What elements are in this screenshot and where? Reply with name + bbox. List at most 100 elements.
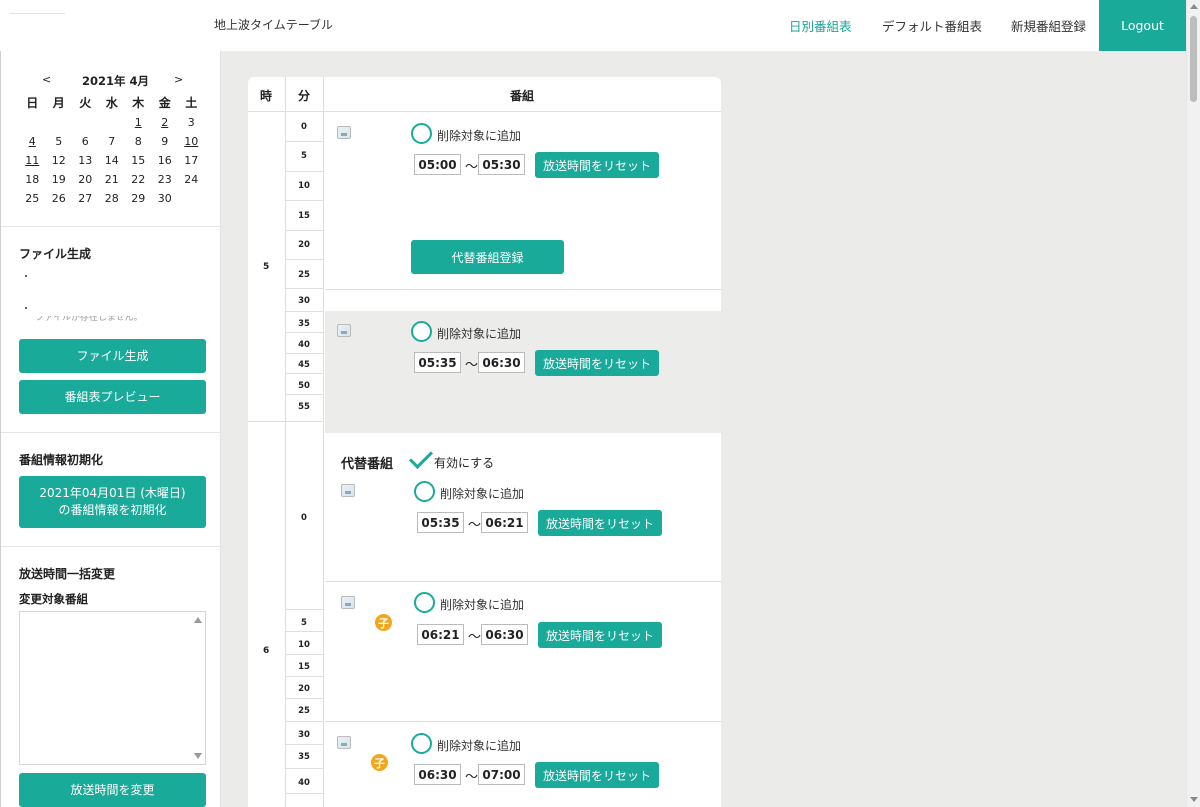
- calendar-empty-cell: [72, 113, 99, 132]
- end-time-input[interactable]: 05:30: [478, 154, 525, 175]
- delete-checkbox[interactable]: [411, 321, 432, 342]
- init-button-line2: の番組情報を初期化: [58, 503, 167, 517]
- minute-divider: [285, 288, 323, 289]
- delete-checkbox[interactable]: [414, 481, 435, 502]
- logout-button[interactable]: Logout: [1099, 0, 1186, 51]
- calendar-weekday: 火: [79, 96, 92, 110]
- reset-airtime-button[interactable]: 放送時間をリセット: [535, 350, 659, 376]
- calendar-day[interactable]: 16: [152, 151, 179, 170]
- calendar-day[interactable]: 20: [72, 170, 99, 189]
- calendar-day[interactable]: 27: [72, 189, 99, 208]
- hour-label: 5: [263, 262, 270, 272]
- minute-divider: [285, 631, 323, 632]
- alt-program-register-button[interactable]: 代替番組登録: [411, 240, 564, 274]
- scroll-thumb[interactable]: [1190, 16, 1197, 102]
- start-time-input[interactable]: 05:00: [414, 154, 461, 175]
- minute-label: 15: [298, 662, 310, 672]
- calendar-day[interactable]: 24: [178, 170, 205, 189]
- end-time-input[interactable]: 06:30: [481, 624, 528, 645]
- scroll-up-arrow-icon[interactable]: [1190, 4, 1198, 9]
- minute-divider: [285, 141, 323, 142]
- delete-checkbox[interactable]: [414, 592, 435, 613]
- calendar-day[interactable]: 30: [152, 189, 179, 208]
- scroll-down-arrow-icon[interactable]: [1190, 797, 1198, 802]
- bulk-section-title: 放送時間一括変更: [19, 567, 116, 581]
- calendar-day[interactable]: 11: [19, 151, 46, 170]
- sidebar: < 2021年 4月 > 日月火水木金土 1 2 3 4 5 6 7 8 9 10 11 12 13 14 1…: [0, 51, 222, 807]
- calendar-day[interactable]: 18: [19, 170, 46, 189]
- calendar-prev-button[interactable]: <: [42, 73, 51, 86]
- delete-checkbox[interactable]: [411, 123, 432, 144]
- minute-divider: [285, 200, 323, 201]
- reset-airtime-button[interactable]: 放送時間をリセット: [535, 762, 659, 788]
- reset-airtime-button[interactable]: 放送時間をリセット: [538, 510, 662, 536]
- target-program-textarea[interactable]: [19, 611, 206, 765]
- program-block: 削除対象に追加 05:00 〜 05:30 放送時間をリセット 代替番組登録: [325, 112, 721, 289]
- program-block: 子 削除対象に追加 06:21 〜 06:30 放送時間をリセット: [325, 582, 721, 721]
- calendar-day[interactable]: 10: [178, 132, 205, 151]
- calendar-day[interactable]: 3: [178, 113, 205, 132]
- divider: [1, 432, 222, 433]
- nav-default-schedule[interactable]: デフォルト番組表: [882, 16, 982, 35]
- nav-daily-schedule[interactable]: 日別番組表: [789, 16, 852, 35]
- minute-divider: [285, 353, 323, 354]
- calendar-next-button[interactable]: >: [174, 73, 183, 86]
- calendar-day[interactable]: 25: [19, 189, 46, 208]
- minute-divider: [285, 230, 323, 231]
- start-time-input[interactable]: 05:35: [417, 512, 464, 533]
- minute-label: 25: [298, 270, 310, 280]
- change-airtime-button[interactable]: 放送時間を変更: [19, 773, 206, 807]
- textarea-scroll-up-icon[interactable]: [194, 617, 202, 623]
- minute-label: 20: [298, 240, 310, 250]
- calendar-day[interactable]: 4: [19, 132, 46, 151]
- calendar-day[interactable]: 19: [46, 170, 73, 189]
- reset-airtime-button[interactable]: 放送時間をリセット: [538, 622, 662, 648]
- timetable: 時 分 番組 5 6 0 5 10 15 20 25 30 35 40 45 50 55 0 5 10 15 2…: [248, 77, 721, 807]
- calendar-day[interactable]: 2: [152, 113, 179, 132]
- calendar-weekday: 日: [26, 96, 39, 110]
- end-time-input[interactable]: 06:21: [481, 512, 528, 533]
- reset-airtime-button[interactable]: 放送時間をリセット: [535, 152, 659, 178]
- calendar-day[interactable]: 17: [178, 151, 205, 170]
- calendar-day[interactable]: 1: [125, 113, 152, 132]
- page-scrollbar[interactable]: [1186, 0, 1200, 807]
- calendar-day[interactable]: 13: [72, 151, 99, 170]
- delete-checkbox[interactable]: [411, 733, 432, 754]
- kids-badge-icon: 子: [371, 754, 388, 771]
- header-program: 番組: [510, 89, 535, 103]
- hour-divider: [248, 421, 285, 422]
- app-title: 地上波タイムテーブル: [214, 18, 334, 32]
- nav-new-program[interactable]: 新規番組登録: [1011, 16, 1086, 35]
- start-time-input[interactable]: 06:30: [414, 764, 461, 785]
- end-time-input[interactable]: 06:30: [478, 352, 525, 373]
- minute-divider: [285, 259, 323, 260]
- calendar-day[interactable]: 8: [125, 132, 152, 151]
- calendar-day[interactable]: 22: [125, 170, 152, 189]
- calendar-day[interactable]: 15: [125, 151, 152, 170]
- minute-label: 5: [301, 151, 307, 161]
- enable-label: 有効にする: [434, 456, 495, 470]
- calendar-day[interactable]: 6: [72, 132, 99, 151]
- calendar-day[interactable]: 7: [99, 132, 126, 151]
- minute-label: 10: [298, 640, 310, 650]
- calendar-day[interactable]: 5: [46, 132, 73, 151]
- top-header: 地上波タイムテーブル 日別番組表 デフォルト番組表 新規番組登録 Logout: [0, 0, 1186, 51]
- calendar-day[interactable]: 28: [99, 189, 126, 208]
- end-time-input[interactable]: 07:00: [478, 764, 525, 785]
- preview-schedule-button[interactable]: 番組表プレビュー: [19, 380, 206, 414]
- calendar-day[interactable]: 26: [46, 189, 73, 208]
- calendar-day[interactable]: 23: [152, 170, 179, 189]
- textarea-scroll-down-icon[interactable]: [194, 753, 202, 759]
- calendar-day[interactable]: 29: [125, 189, 152, 208]
- calendar-day[interactable]: 9: [152, 132, 179, 151]
- generate-file-button[interactable]: ファイル生成: [19, 339, 206, 373]
- enable-check-icon[interactable]: [408, 444, 434, 470]
- calendar-day[interactable]: 14: [99, 151, 126, 170]
- calendar-day[interactable]: 12: [46, 151, 73, 170]
- calendar-empty-cell: [99, 113, 126, 132]
- calendar-day[interactable]: 21: [99, 170, 126, 189]
- init-program-button[interactable]: 2021年04月01日 (木曜日) の番組情報を初期化: [19, 476, 206, 528]
- start-time-input[interactable]: 06:21: [417, 624, 464, 645]
- start-time-input[interactable]: 05:35: [414, 352, 461, 373]
- minute-divider: [285, 654, 323, 655]
